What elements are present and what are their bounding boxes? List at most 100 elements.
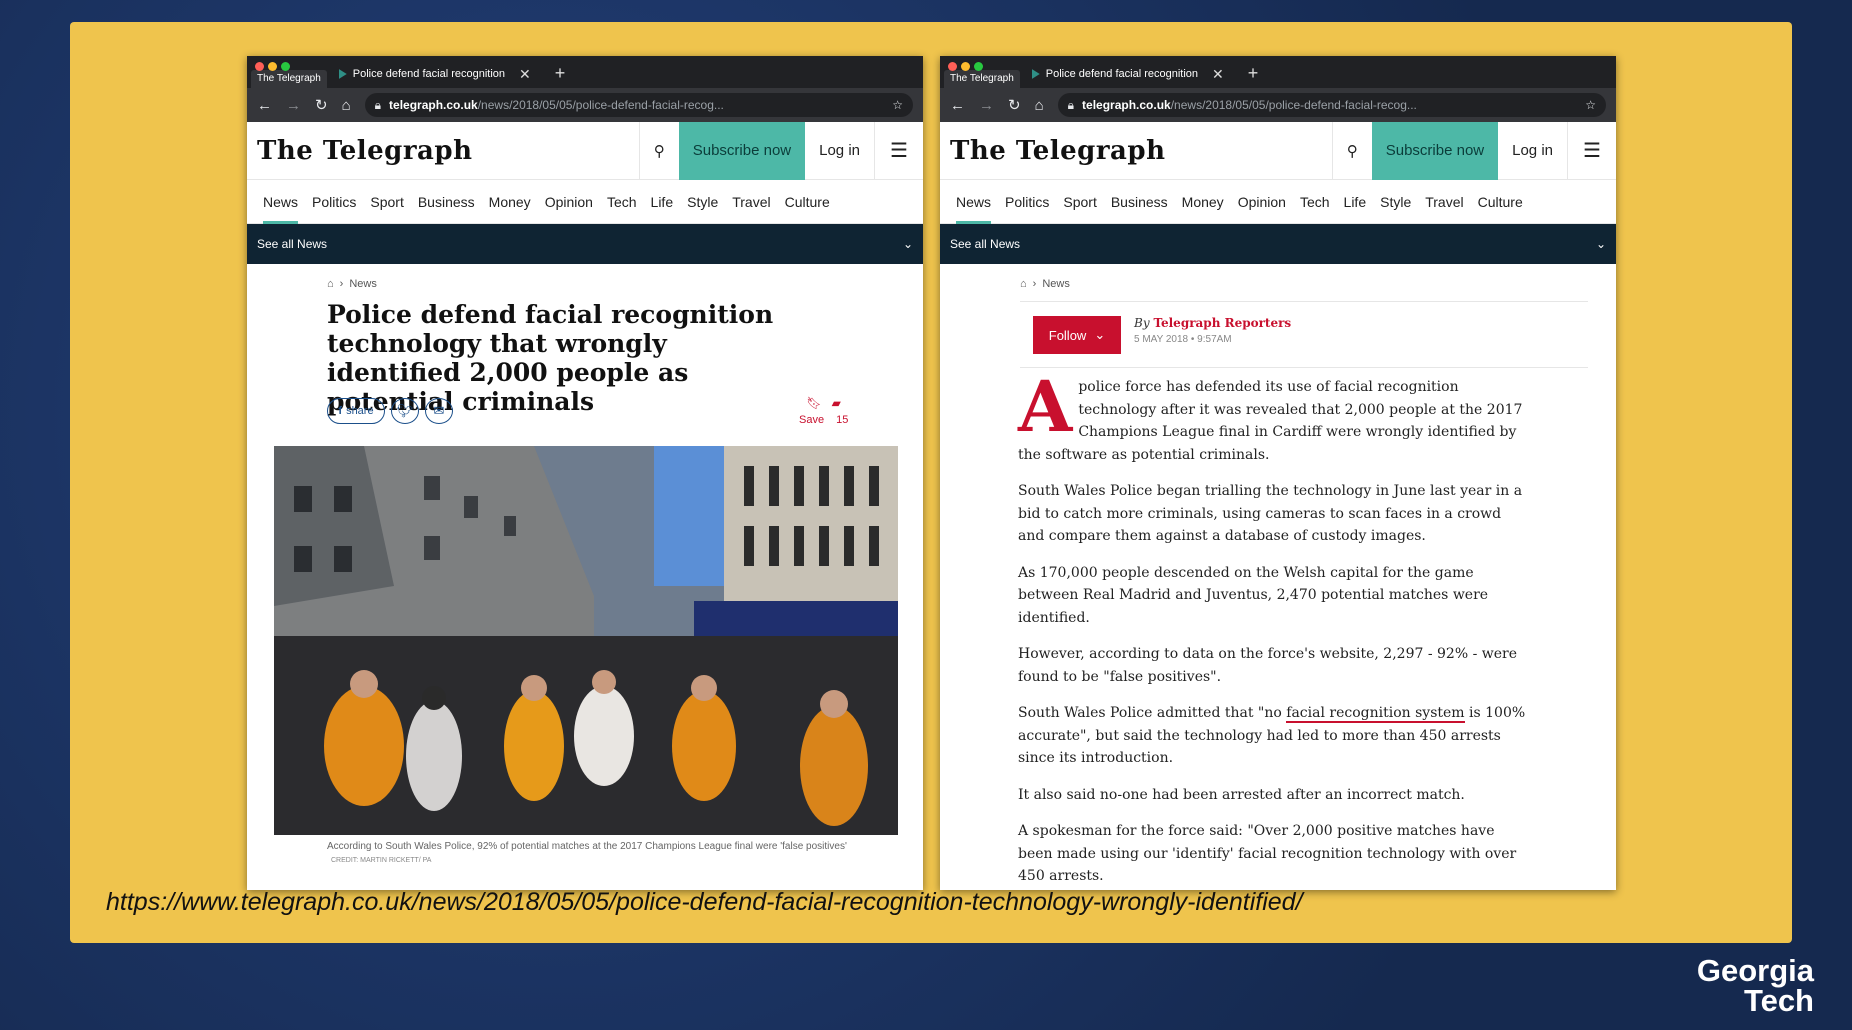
facebook-share-button[interactable]: f share [327,398,385,424]
author-name[interactable]: Telegraph Reporters [1153,316,1291,330]
forward-icon[interactable]: → [286,97,301,114]
email-icon: ✉ [433,403,445,418]
paragraph-4: However, according to data on the force'… [1018,646,1518,685]
home-icon[interactable]: ⌂ [342,97,351,114]
see-all-news-bar[interactable]: See all News ⌄ [940,224,1616,264]
home-icon[interactable]: ⌂ [1020,278,1027,290]
nav-life[interactable]: Life [651,180,674,224]
breadcrumb: ⌂ › News [327,278,377,290]
subscribe-button[interactable]: Subscribe now [1371,121,1499,180]
see-all-news-bar[interactable]: See all News ⌄ [247,224,923,264]
caption-text: According to South Wales Police, 92% of … [327,841,847,852]
share-buttons: f share 🐦︎ ✉ [327,398,453,424]
nav-tech[interactable]: Tech [1300,180,1330,224]
bookmark-star-icon[interactable]: ☆ [1585,98,1596,112]
nav-life[interactable]: Life [1344,180,1367,224]
telegraph-logo[interactable]: The Telegraph [940,136,1332,166]
site-header: The Telegraph ⚲ Subscribe now Log in ☰ [247,121,923,180]
facebook-icon: f [338,405,343,417]
nav-travel[interactable]: Travel [732,180,770,224]
tab-telegraph[interactable]: The Telegraph [944,70,1020,88]
tab-article[interactable]: Police defend facial recognition ✕ [328,60,541,88]
main-nav: News Politics Sport Business Money Opini… [940,180,1616,224]
twitter-share-button[interactable]: 🐦︎ [391,398,419,424]
slide-panel: The Telegraph Police defend facial recog… [70,22,1792,943]
home-icon[interactable]: ⌂ [1035,97,1044,114]
nav-style[interactable]: Style [1380,180,1411,224]
login-link[interactable]: Log in [805,121,875,180]
hamburger-menu-icon[interactable]: ☰ [875,122,923,180]
paragraph-1: Apolice force has defended its use of fa… [1018,372,1528,466]
url-field[interactable]: 🔒︎ telegraph.co.uk/news/2018/05/05/polic… [364,93,913,117]
close-window-button[interactable] [255,62,264,71]
new-tab-button[interactable]: + [541,60,580,88]
minimize-window-button[interactable] [961,62,970,71]
main-nav: News Politics Sport Business Money Opini… [247,180,923,224]
nav-sport[interactable]: Sport [1063,180,1096,224]
forward-icon[interactable]: → [979,97,994,114]
breadcrumb-news[interactable]: News [1042,278,1070,290]
article-text: Apolice force has defended its use of fa… [1018,372,1528,890]
nav-style[interactable]: Style [687,180,718,224]
chevron-down-icon: ⌄ [1094,327,1106,342]
home-icon[interactable]: ⌂ [327,278,334,290]
bookmark-star-icon[interactable]: ☆ [892,98,903,112]
url-field[interactable]: 🔒︎ telegraph.co.uk/news/2018/05/05/polic… [1057,93,1606,117]
nav-travel[interactable]: Travel [1425,180,1463,224]
back-icon[interactable]: ← [257,97,272,114]
login-link[interactable]: Log in [1498,121,1568,180]
tab-telegraph[interactable]: The Telegraph [251,70,327,88]
nav-news[interactable]: News [263,180,299,224]
close-window-button[interactable] [948,62,957,71]
comment-icon[interactable]: ▰ [832,396,841,410]
save-label[interactable]: Save [799,414,824,426]
nav-politics[interactable]: Politics [312,180,356,224]
back-icon[interactable]: ← [950,97,965,114]
close-tab-icon[interactable]: ✕ [1212,66,1224,83]
paragraph-7: A spokesman for the force said: "Over 2,… [1018,823,1517,884]
facial-recognition-link[interactable]: facial recognition system [1286,705,1465,723]
nav-business[interactable]: Business [1111,180,1168,224]
paragraph-1-text: police force has defended its use of fac… [1018,379,1523,463]
close-tab-icon[interactable]: ✕ [519,66,531,83]
minimize-window-button[interactable] [268,62,277,71]
save-comments: 🔖︎ ▰ Save 15 [799,396,848,426]
byline: By Telegraph Reporters 5 MAY 2018 • 9:57… [1134,316,1291,345]
nav-politics[interactable]: Politics [1005,180,1049,224]
nav-money[interactable]: Money [489,180,531,224]
email-share-button[interactable]: ✉ [425,398,453,424]
byline-by: By [1134,316,1150,330]
nav-culture[interactable]: Culture [785,180,830,224]
photo-credit: CREDIT: MARTIN RICKETT/ PA [331,857,432,864]
nav-tech[interactable]: Tech [607,180,637,224]
follow-button[interactable]: Follow ⌄ [1033,316,1121,354]
nav-opinion[interactable]: Opinion [1238,180,1286,224]
subscribe-button[interactable]: Subscribe now [678,121,806,180]
bookmark-icon[interactable]: 🔖︎ [806,396,821,410]
comment-count[interactable]: 15 [836,414,848,426]
nav-money[interactable]: Money [1182,180,1224,224]
chevron-down-icon: ⌄ [902,237,913,251]
photo-caption: According to South Wales Police, 92% of … [327,840,847,867]
breadcrumb-news[interactable]: News [349,278,377,290]
new-tab-button[interactable]: + [1234,60,1273,88]
lock-icon: 🔒︎ [374,97,382,112]
tab-article[interactable]: Police defend facial recognition ✕ [1021,60,1234,88]
browser-window-right: The Telegraph Police defend facial recog… [940,56,1616,890]
telegraph-logo[interactable]: The Telegraph [247,136,639,166]
nav-opinion[interactable]: Opinion [545,180,593,224]
url-path: /news/2018/05/05/police-defend-facial-re… [1170,98,1417,112]
nav-news[interactable]: News [956,180,992,224]
reload-icon[interactable]: ↻ [315,96,328,114]
nav-sport[interactable]: Sport [370,180,403,224]
window-controls [948,62,983,71]
maximize-window-button[interactable] [281,62,290,71]
search-icon[interactable]: ⚲ [1331,121,1372,180]
search-icon[interactable]: ⚲ [638,121,679,180]
maximize-window-button[interactable] [974,62,983,71]
reload-icon[interactable]: ↻ [1008,96,1021,114]
nav-business[interactable]: Business [418,180,475,224]
see-all-news-label: See all News [950,237,1021,251]
hamburger-menu-icon[interactable]: ☰ [1568,122,1616,180]
nav-culture[interactable]: Culture [1478,180,1523,224]
